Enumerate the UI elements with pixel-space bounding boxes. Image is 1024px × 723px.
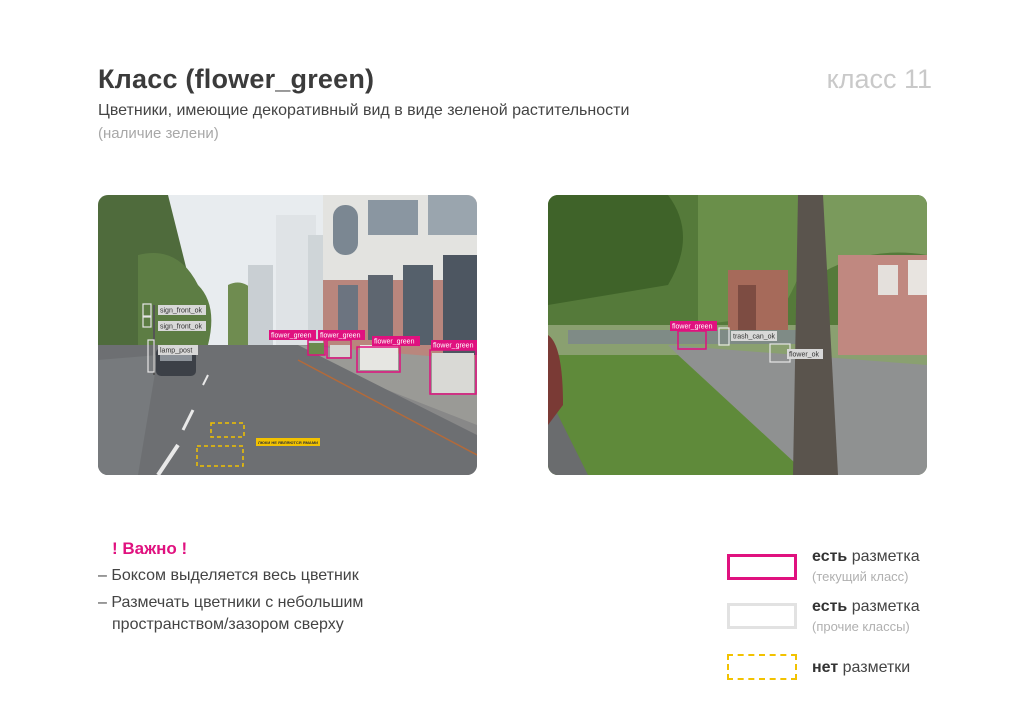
label-lamp-post: lamp_post [160,348,192,355]
rule-whole-bed: – Боксом выделяется весь цветник [98,567,359,584]
street-scene-illustration: sign_front_ok sign_front_ok lamp_post fl… [98,195,477,475]
page-subnote: (наличие зелени) [98,125,219,142]
legend-sub-current-class: (текущий класс) [812,569,909,584]
legend-swatch-other-classes [727,603,797,629]
page-title: Класс (flower_green) [98,64,375,94]
example-photo-street: sign_front_ok sign_front_ok lamp_post fl… [98,195,477,475]
legend-label-no-markup: нет разметки [812,659,911,676]
rule-top-gap: – Размечать цветники с небольшим [98,594,364,611]
label-yellow-note: ЛЮКИ НЕ ЯВЛЯЮТСЯ ЯМАМИ [258,440,318,445]
label-flower-ok: flower_ok [789,352,819,359]
label-flower-green-2: flower_green [320,333,361,340]
label-flower-green-4: flower_green [433,343,474,350]
important-heading: ! Важно ! [112,539,188,558]
label-flower-green-1: flower_green [271,333,312,340]
example-photo-park: flower_green trash_can_ok flower_ok [548,195,927,475]
legend-sub-other-classes: (прочие классы) [812,619,910,634]
label-flower-green-3: flower_green [374,339,415,346]
legend-label-other-classes: есть разметка [812,598,920,615]
page-subtitle: Цветники, имеющие декоративный вид в вид… [98,102,630,119]
label-trash-can: trash_can_ok [733,334,776,341]
rule-top-gap-continued: пространством/зазором сверху [112,616,344,633]
legend-swatch-no-markup [727,654,797,680]
legend-label-current-class: есть разметка [812,548,920,565]
label-sign-front-1: sign_front_ok [160,308,203,315]
park-scene-illustration: flower_green trash_can_ok flower_ok [548,195,927,475]
class-number: класс 11 [826,64,932,94]
label-sign-front-2: sign_front_ok [160,324,203,331]
label-flower-green: flower_green [672,324,713,331]
legend-swatch-current-class [727,554,797,580]
